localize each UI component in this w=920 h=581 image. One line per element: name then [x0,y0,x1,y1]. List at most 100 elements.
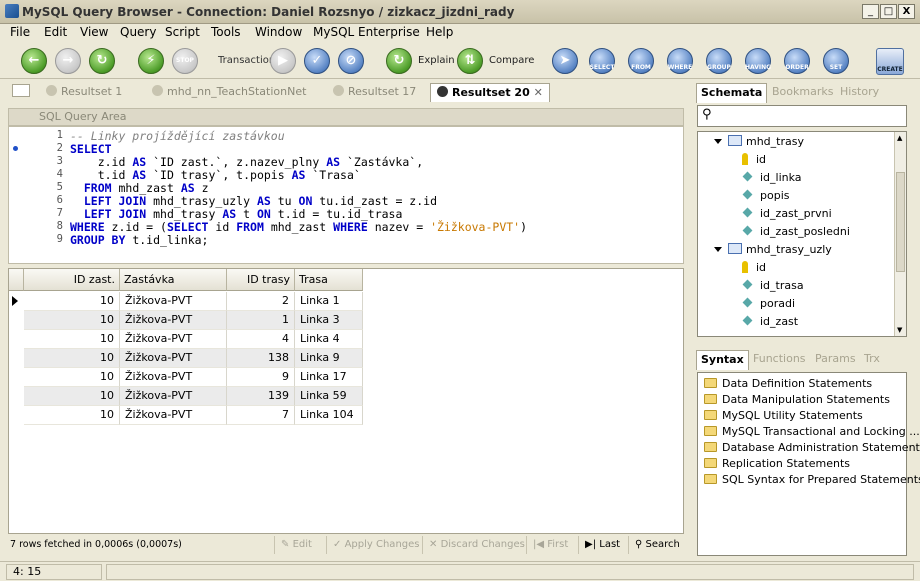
tab-bookmarks[interactable]: Bookmarks [772,85,833,98]
tree-item-col[interactable]: id_linka [742,171,802,184]
result-grid[interactable]: ID zast. Zastávka ID trasy Trasa 10 Žižko… [8,268,684,534]
table-cell[interactable]: 10 [24,387,120,406]
tab-resultset-20[interactable]: Resultset 20 ✕ [430,83,550,102]
table-cell[interactable]: Žižkova-PVT [120,292,227,311]
table-cell[interactable]: Žižkova-PVT [120,368,227,387]
column-header[interactable]: ID zast. [24,269,120,291]
table-cell[interactable]: 139 [227,387,295,406]
rollback-button[interactable]: ⊘ [338,48,364,74]
stop-button[interactable]: STOP [172,48,198,74]
syntax-item[interactable]: Database Administration Statements [704,441,920,454]
refresh-button[interactable]: ↻ [89,48,115,74]
menu-tools[interactable]: Tools [211,25,241,39]
table-cell[interactable]: Žižkova-PVT [120,406,227,425]
edit-button[interactable]: ✎ Edit [274,536,312,554]
table-cell[interactable]: 10 [24,330,120,349]
create-button[interactable]: CREATE [876,48,904,75]
order-clause-button[interactable]: ORDER [784,48,810,74]
table-cell[interactable]: Linka 104 [295,406,363,425]
table-cell[interactable]: Linka 4 [295,330,363,349]
table-cell[interactable]: 2 [227,292,295,311]
table-cell[interactable]: 10 [24,311,120,330]
new-tab-icon[interactable] [12,84,30,97]
from-clause-button[interactable]: FROM [628,48,654,74]
table-cell[interactable]: 4 [227,330,295,349]
table-cell[interactable]: 10 [24,292,120,311]
syntax-list[interactable]: Data Definition Statements Data Manipulat… [697,372,920,556]
schemata-search-input[interactable]: ⚲ [697,105,907,127]
first-button[interactable]: |◀ First [526,536,568,554]
sql-editor[interactable]: 1 2 3 4 5 6 7 8 9 -- Linky projíždějící … [8,126,684,264]
execute-button[interactable]: ⚡ [138,48,164,74]
table-cell[interactable]: Žižkova-PVT [120,311,227,330]
menu-file[interactable]: File [10,25,30,39]
column-header[interactable]: Zastávka [120,269,227,291]
maximize-button[interactable]: □ [880,4,897,19]
tree-item-col[interactable]: id_trasa [742,279,804,292]
search-button[interactable]: ⚲ Search [628,536,680,554]
tree-item-table[interactable]: mhd_trasy_uzly [714,243,832,256]
group-clause-button[interactable]: GROUP [706,48,732,74]
tree-item-col[interactable]: id_zast_posledni [742,225,850,238]
table-cell[interactable]: Linka 3 [295,311,363,330]
set-clause-button[interactable]: SET [823,48,849,74]
table-cell[interactable]: 10 [24,349,120,368]
menu-edit[interactable]: Edit [44,25,67,39]
tab-resultset-17[interactable]: Resultset 17 [333,83,416,102]
tree-item-col[interactable]: id_zast [742,315,798,328]
table-cell[interactable]: 138 [227,349,295,368]
forward-button[interactable]: → [55,48,81,74]
explain-button[interactable]: ↻ [386,48,412,74]
tab-history[interactable]: History [840,85,879,98]
scroll-up-icon[interactable]: ▲ [897,134,902,142]
tab-resultset-1[interactable]: Resultset 1 [46,83,122,102]
tree-item-key[interactable]: id [742,153,766,166]
column-header[interactable]: ID trasy [227,269,295,291]
menu-view[interactable]: View [80,25,108,39]
table-cell[interactable]: Linka 59 [295,387,363,406]
menu-query[interactable]: Query [120,25,156,39]
menu-help[interactable]: Help [426,25,453,39]
expand-toggle-icon[interactable] [714,247,722,252]
table-cell[interactable]: 10 [24,406,120,425]
table-cell[interactable]: Žižkova-PVT [120,387,227,406]
tree-item-col[interactable]: popis [742,189,789,202]
menu-window[interactable]: Window [255,25,302,39]
select-clause-button[interactable]: SELECT [589,48,615,74]
syntax-item[interactable]: Data Definition Statements [704,377,872,390]
table-cell[interactable]: Žižkova-PVT [120,349,227,368]
tab-syntax[interactable]: Syntax [696,350,749,370]
where-clause-button[interactable]: WHERE [667,48,693,74]
menu-script[interactable]: Script [165,25,200,39]
tab-params[interactable]: Params [815,352,856,365]
syntax-item[interactable]: SQL Syntax for Prepared Statements [704,473,920,486]
table-cell[interactable]: 9 [227,368,295,387]
syntax-item[interactable]: MySQL Transactional and Locking ... [704,425,920,438]
column-header[interactable]: Trasa [295,269,363,291]
pointer-button[interactable]: ➤ [552,48,578,74]
tree-item-key[interactable]: id [742,261,766,274]
tree-item-col[interactable]: poradi [742,297,795,310]
table-cell[interactable]: Linka 9 [295,349,363,368]
menu-mysql-enterprise[interactable]: MySQL Enterprise [313,25,420,39]
transaction-start-button[interactable]: ▶ [270,48,296,74]
commit-button[interactable]: ✓ [304,48,330,74]
table-cell[interactable]: Žižkova-PVT [120,330,227,349]
syntax-item[interactable]: Data Manipulation Statements [704,393,890,406]
syntax-item[interactable]: MySQL Utility Statements [704,409,863,422]
tab-mhd-nn-teachstationnet[interactable]: mhd_nn_TeachStationNet [152,83,306,102]
table-cell[interactable]: Linka 1 [295,292,363,311]
syntax-item[interactable]: Replication Statements [704,457,850,470]
tree-item-col[interactable]: id_zast_prvni [742,207,832,220]
back-button[interactable]: ← [21,48,47,74]
tab-trx[interactable]: Trx [864,352,880,365]
expand-toggle-icon[interactable] [714,139,722,144]
minimize-button[interactable]: _ [862,4,879,19]
having-clause-button[interactable]: HAVING [745,48,771,74]
tree-item-table[interactable]: mhd_trasy [714,135,804,148]
scroll-down-icon[interactable]: ▼ [897,326,902,334]
table-cell[interactable]: 1 [227,311,295,330]
discard-changes-button[interactable]: ✕ Discard Changes [422,536,525,554]
compare-button[interactable]: ⇅ [457,48,483,74]
tab-schemata[interactable]: Schemata [696,83,768,103]
